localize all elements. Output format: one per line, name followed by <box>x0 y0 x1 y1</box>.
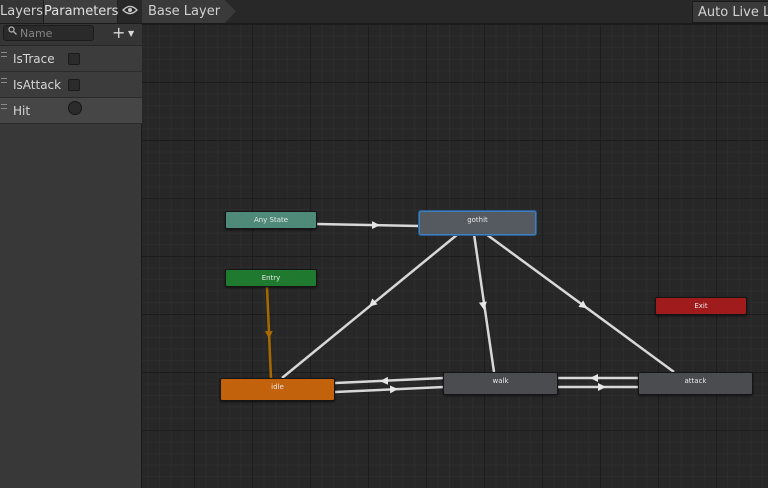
state-label: Exit <box>694 302 708 310</box>
state-node-walk[interactable]: walk <box>443 372 558 395</box>
state-label: Entry <box>261 274 281 282</box>
state-node-gothit[interactable]: gothit <box>419 211 536 235</box>
transition-gothit-to-idle[interactable] <box>281 233 459 379</box>
state-node-any-state[interactable]: Any State <box>225 211 317 229</box>
state-node-attack[interactable]: attack <box>638 372 753 395</box>
state-label: idle <box>271 383 284 391</box>
state-label: walk <box>492 377 509 385</box>
transition-lines <box>264 221 675 394</box>
state-label: attack <box>684 377 707 385</box>
transition-arrow <box>368 298 378 307</box>
state-node-entry[interactable]: Entry <box>225 269 317 287</box>
transition-gothit-to-walk[interactable] <box>472 233 496 373</box>
state-node-exit[interactable]: Exit <box>655 297 747 315</box>
state-label: Any State <box>253 216 289 224</box>
transition-arrow <box>578 300 588 309</box>
state-label: gothit <box>467 216 488 224</box>
state-node-idle[interactable]: idle <box>220 378 335 401</box>
